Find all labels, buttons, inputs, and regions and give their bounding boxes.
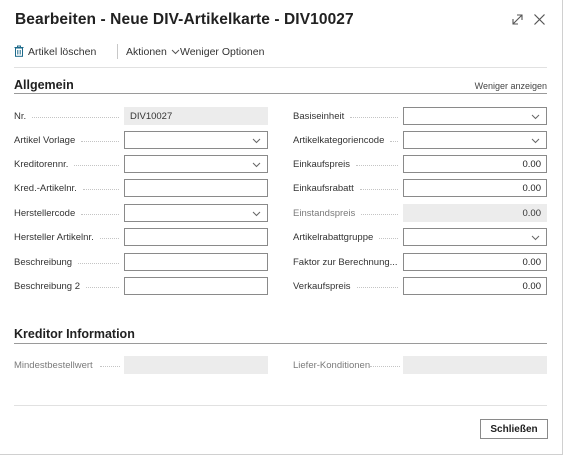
field-label-verkaufspreis: Verkaufspreis [293, 280, 351, 292]
actions-menu-button[interactable]: Aktionen [126, 43, 180, 61]
artikelkategoriencode-dropdown[interactable] [403, 131, 547, 149]
expand-icon[interactable] [508, 10, 526, 28]
kred-artikelnr-field[interactable] [124, 179, 268, 197]
verkaufspreis-field[interactable]: 0.00 [403, 277, 547, 295]
field-label-artikelkategoriencode: Artikelkategoriencode [293, 134, 385, 146]
delete-item-button[interactable]: Artikel löschen [14, 43, 96, 61]
einstandspreis-field: 0.00 [403, 204, 547, 222]
einstandspreis-value: 0.00 [522, 207, 542, 219]
dialog-title: Bearbeiten - Neue DIV-Artikelkarte - DIV… [15, 11, 354, 28]
field-label-basiseinheit: Basiseinheit [293, 110, 345, 122]
label-dots [356, 155, 398, 173]
label-dots [74, 155, 119, 173]
field-label-beschreibung: Beschreibung [14, 256, 73, 268]
section-line-general [14, 93, 547, 94]
trash-icon [14, 45, 24, 60]
kreditorennr-dropdown[interactable] [124, 155, 268, 173]
chevron-down-icon [252, 160, 261, 171]
artikelrabattgruppe-dropdown[interactable] [403, 228, 547, 246]
chevron-down-icon [531, 136, 540, 147]
label-dots [370, 356, 400, 374]
edit-item-card-dialog: Bearbeiten - Neue DIV-Artikelkarte - DIV… [0, 0, 563, 455]
artikel-vorlage-dropdown[interactable] [124, 131, 268, 149]
section-title-general: Allgemein [14, 78, 74, 92]
label-dots [350, 107, 398, 125]
field-label-beschreibung-2: Beschreibung 2 [14, 280, 81, 292]
label-dots [78, 253, 119, 271]
delete-item-label: Artikel löschen [28, 46, 97, 58]
label-dots [83, 179, 119, 197]
field-label-einkaufspreis: Einkaufspreis [293, 158, 351, 170]
label-dots [81, 131, 119, 149]
field-label-artikelrabattgruppe: Artikelrabattgruppe [293, 231, 374, 243]
section-title-vendor: Kreditor Information [14, 327, 135, 341]
toolbar-separator [117, 44, 118, 59]
nr-value: DIV10027 [130, 110, 173, 122]
nr-field: DIV10027 [124, 107, 268, 125]
label-dots [100, 228, 119, 246]
chevron-down-icon [252, 209, 261, 220]
einkaufspreis-value: 0.00 [522, 158, 542, 170]
field-label-einstandspreis: Einstandspreis [293, 207, 356, 219]
field-label-herstellercode: Herstellercode [14, 207, 76, 219]
faktor-zur-berechnung-field[interactable]: 0.00 [403, 253, 547, 271]
hersteller-artikelnr-field[interactable] [124, 228, 268, 246]
delivery-terms-field [403, 356, 547, 374]
field-label-einkaufsrabatt: Einkaufsrabatt [293, 182, 354, 194]
chevron-down-icon [252, 136, 261, 147]
basiseinheit-dropdown[interactable] [403, 107, 547, 125]
field-label-kreditorennr: Kreditorennr. [14, 158, 69, 170]
field-label-min-order-value: Mindestbestellwert [14, 359, 93, 371]
label-dots [390, 131, 398, 149]
einkaufsrabatt-field[interactable]: 0.00 [403, 179, 547, 197]
label-dots [361, 204, 398, 222]
einkaufsrabatt-value: 0.00 [522, 182, 542, 194]
fewer-options-label: Weniger Optionen [180, 46, 265, 58]
beschreibung-field[interactable] [124, 253, 268, 271]
beschreibung-2-field[interactable] [124, 277, 268, 295]
chevron-down-icon [531, 233, 540, 244]
label-dots [100, 356, 120, 374]
chevron-down-icon [171, 46, 180, 58]
label-dots [81, 204, 119, 222]
label-dots [360, 179, 398, 197]
actions-label: Aktionen [126, 46, 167, 58]
fewer-options-button[interactable]: Weniger Optionen [180, 43, 264, 61]
faktor-zur-berechnung-value: 0.00 [522, 256, 542, 268]
min-order-value-field [124, 356, 268, 374]
verkaufspreis-value: 0.00 [522, 280, 542, 292]
section-line-vendor [14, 343, 547, 344]
field-label-kred-artikelnr: Kred.-Artikelnr. [14, 182, 77, 194]
herstellercode-dropdown[interactable] [124, 204, 268, 222]
close-icon[interactable] [530, 10, 548, 28]
field-label-faktor-zur-berechnung: Faktor zur Berechnung... [293, 256, 398, 268]
label-dots [32, 107, 119, 125]
label-dots [357, 277, 398, 295]
show-less-link[interactable]: Weniger anzeigen [475, 81, 547, 91]
field-label-artikel-vorlage: Artikel Vorlage [14, 134, 76, 146]
label-dots [86, 277, 119, 295]
label-dots [379, 228, 398, 246]
action-bar: Artikel löschen Aktionen Weniger Optione… [14, 43, 549, 63]
field-label-delivery-terms: Liefer-Konditionen [293, 359, 371, 371]
field-label-hersteller-artikelnr: Hersteller Artikelnr. [14, 231, 94, 243]
chevron-down-icon [531, 112, 540, 123]
einkaufspreis-field[interactable]: 0.00 [403, 155, 547, 173]
footer-divider [14, 405, 547, 406]
field-label-nr: Nr. [14, 110, 27, 122]
close-button[interactable]: Schließen [480, 419, 548, 439]
toolbar-divider [14, 67, 547, 68]
